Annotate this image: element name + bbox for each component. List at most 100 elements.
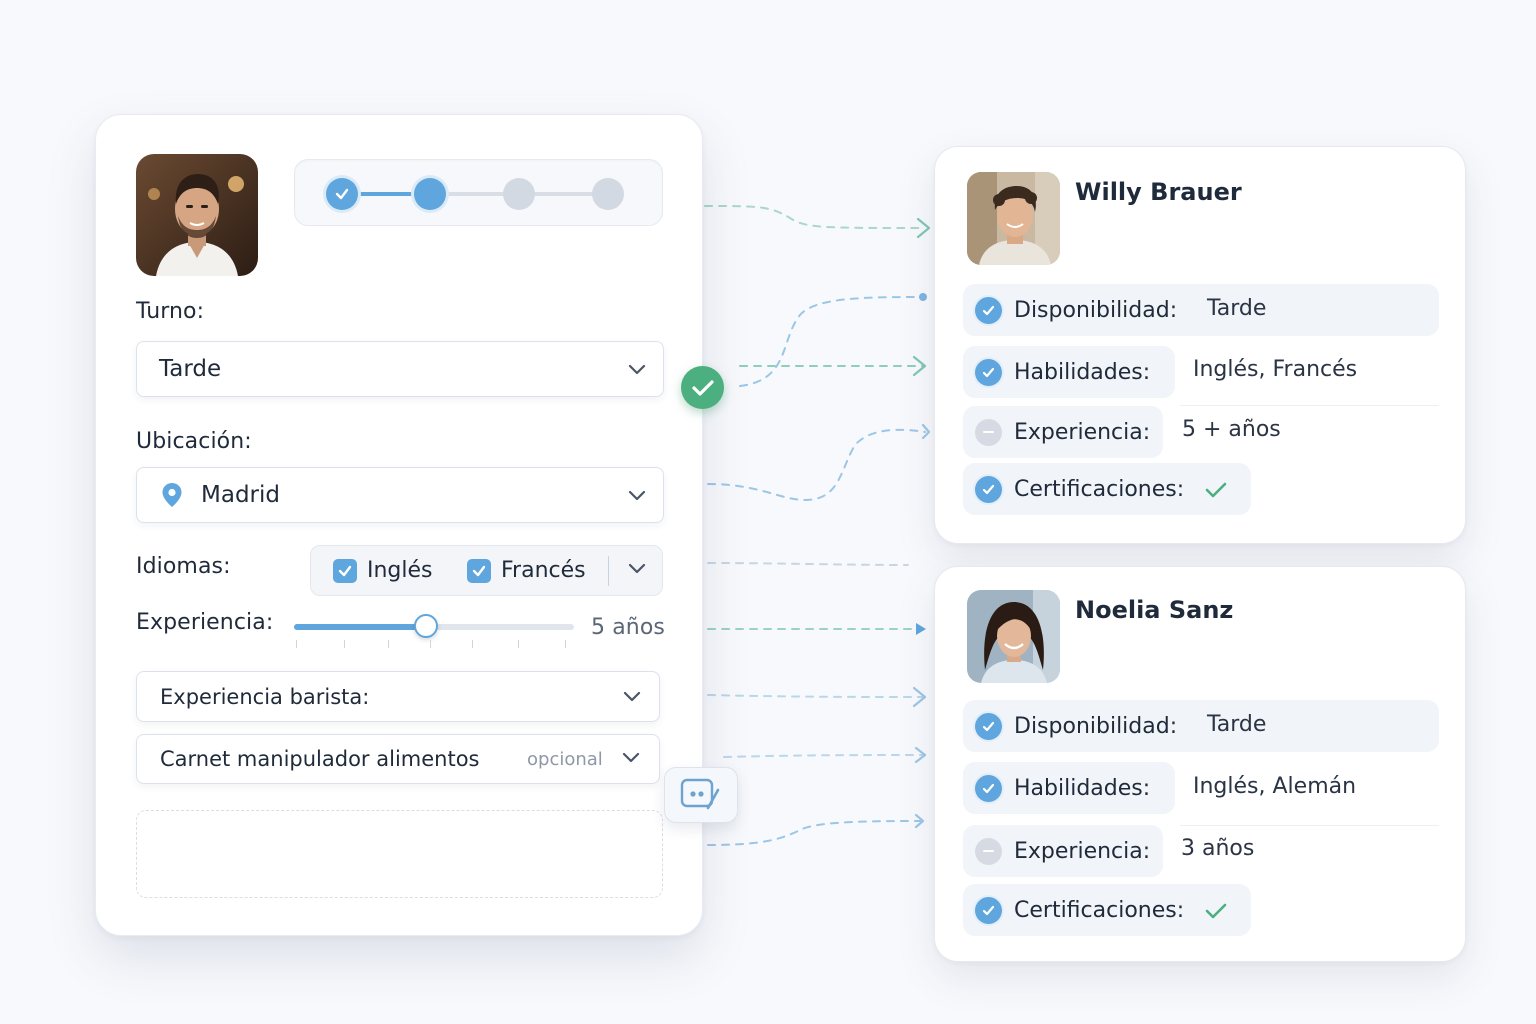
chat-edit-button[interactable] xyxy=(664,767,738,823)
row-divider xyxy=(1180,825,1439,826)
row-key: Habilidades: xyxy=(1014,775,1151,801)
progress-stepper xyxy=(294,159,663,226)
step-2-current[interactable] xyxy=(414,178,446,210)
checkbox-checked[interactable] xyxy=(333,558,357,583)
row-key: Certificaciones: xyxy=(1014,897,1185,923)
arrowhead-6 xyxy=(921,423,931,440)
check-icon xyxy=(982,367,995,377)
status-ok-icon xyxy=(975,774,1002,802)
connector-8 xyxy=(723,754,926,758)
check-icon xyxy=(982,905,995,915)
location-pin-icon xyxy=(162,483,182,507)
check-icon xyxy=(982,783,995,793)
candidate-2-skills-row: Habilidades: xyxy=(963,762,1175,814)
status-ok-icon xyxy=(975,296,1002,324)
arrowhead-2 xyxy=(912,355,927,377)
check-icon xyxy=(1205,482,1227,498)
language-option-english[interactable]: Inglés xyxy=(333,558,433,583)
check-icon xyxy=(982,721,995,731)
chevron-down-icon xyxy=(628,364,646,375)
candidate-2-name: Noelia Sanz xyxy=(1075,596,1234,624)
check-icon xyxy=(1205,903,1227,919)
row-key: Habilidades: xyxy=(1014,359,1151,385)
arrowhead-1 xyxy=(916,217,931,239)
candidate-1-experience-row: Experiencia: xyxy=(963,406,1163,458)
experience-slider[interactable] xyxy=(294,614,574,638)
language-option-label: Francés xyxy=(501,558,586,583)
status-ok-icon xyxy=(975,358,1002,386)
optional-hint: opcional xyxy=(527,749,603,770)
check-icon xyxy=(335,188,349,200)
languages-multiselect[interactable]: Inglés Francés xyxy=(310,545,663,596)
connector-dot-1 xyxy=(919,293,927,301)
slider-fill xyxy=(294,624,426,630)
arrowhead-3 xyxy=(912,686,927,708)
candidate-1-certifications-row: Certificaciones: xyxy=(963,463,1251,515)
row-key: Experiencia: xyxy=(1014,419,1151,445)
row-key: Certificaciones: xyxy=(1014,476,1185,502)
slider-tick xyxy=(388,640,389,648)
candidate-1-availability-row: Disponibilidad: xyxy=(963,284,1439,336)
chevron-down-icon xyxy=(628,490,646,501)
food-handler-select[interactable]: Carnet manipulador alimentos opcional xyxy=(136,734,660,784)
checkbox-checked[interactable] xyxy=(467,558,491,583)
connector-dot-2 xyxy=(916,623,926,635)
divider xyxy=(608,556,609,586)
match-success-icon xyxy=(681,366,724,409)
shift-select[interactable]: Tarde xyxy=(136,341,664,397)
row-value: 5 + años xyxy=(1182,417,1281,442)
row-divider xyxy=(1180,405,1439,406)
row-value: Inglés, Alemán xyxy=(1193,774,1357,799)
check-icon xyxy=(338,565,352,576)
arrowhead-5 xyxy=(914,813,925,829)
slider-tick xyxy=(472,640,473,648)
barista-experience-label: Experiencia barista: xyxy=(160,684,370,709)
row-key: Disponibilidad: xyxy=(1014,713,1178,739)
slider-tick xyxy=(430,640,431,648)
experience-label: Experiencia: xyxy=(136,610,274,635)
minus-icon xyxy=(975,418,1002,446)
step-1-completed[interactable] xyxy=(326,178,358,210)
slider-tick xyxy=(565,640,566,648)
language-option-french[interactable]: Francés xyxy=(467,558,586,583)
row-value: Tarde xyxy=(1207,712,1267,737)
language-option-label: Inglés xyxy=(367,558,433,583)
candidate-1-name: Willy Brauer xyxy=(1075,178,1242,206)
slider-tick xyxy=(518,640,519,648)
row-key: Disponibilidad: xyxy=(1014,297,1178,323)
connector-7 xyxy=(707,694,926,698)
candidate-1-skills-row: Habilidades: xyxy=(963,346,1175,398)
location-label: Ubicación: xyxy=(136,429,252,454)
location-value: Madrid xyxy=(201,482,280,508)
step-3[interactable] xyxy=(503,178,535,210)
chevron-down-icon xyxy=(623,691,641,702)
step-4[interactable] xyxy=(592,178,624,210)
candidate-2-availability-row: Disponibilidad: xyxy=(963,700,1439,752)
check-icon xyxy=(982,484,995,494)
arrowhead-4 xyxy=(914,746,927,764)
empty-dropzone[interactable] xyxy=(136,810,663,898)
slider-tick xyxy=(344,640,345,648)
connector-4 xyxy=(707,428,926,502)
row-value: 3 años xyxy=(1181,836,1255,861)
connector-5 xyxy=(707,562,909,566)
minus-icon xyxy=(975,837,1002,865)
experience-value: 5 años xyxy=(591,615,665,640)
candidate-2-certifications-row: Certificaciones: xyxy=(963,884,1251,936)
connector-1 xyxy=(704,205,926,229)
barista-experience-select[interactable]: Experiencia barista: xyxy=(136,671,660,722)
candidate-2-experience-row: Experiencia: xyxy=(963,825,1163,877)
status-ok-icon xyxy=(975,475,1002,503)
check-icon xyxy=(982,305,995,315)
food-handler-label: Carnet manipulador alimentos xyxy=(160,747,480,771)
slider-tick xyxy=(296,640,297,648)
slider-thumb[interactable] xyxy=(414,614,438,638)
location-select[interactable]: Madrid xyxy=(136,467,664,523)
row-value: Tarde xyxy=(1207,296,1267,321)
candidate-2-avatar xyxy=(967,590,1060,683)
chevron-down-icon[interactable] xyxy=(628,563,646,575)
chat-edit-icon xyxy=(680,778,720,810)
shift-label: Turno: xyxy=(136,299,205,324)
employer-avatar xyxy=(136,154,258,276)
check-icon xyxy=(472,565,486,576)
